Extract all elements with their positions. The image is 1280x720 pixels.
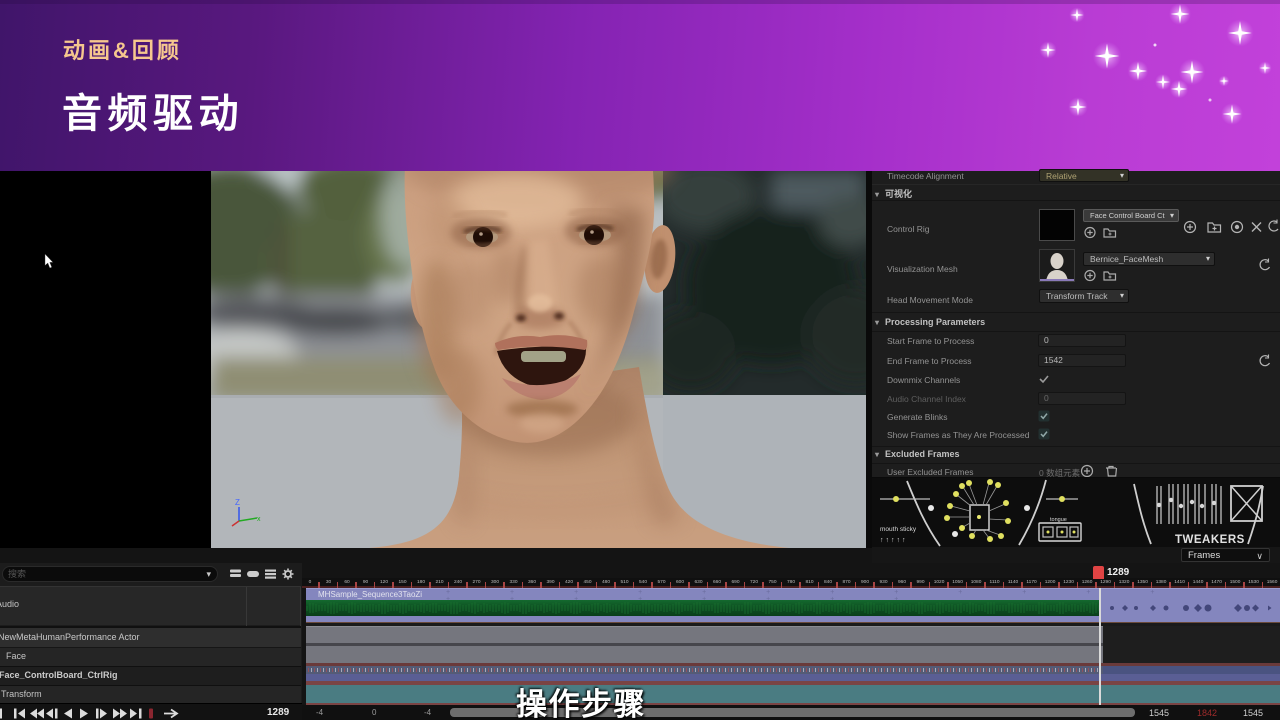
svg-text:mouth sticky: mouth sticky <box>880 526 917 533</box>
svg-text:x: x <box>257 516 261 523</box>
svg-text:Z: Z <box>235 498 240 507</box>
svg-text:tongue: tongue <box>1050 517 1067 523</box>
svg-text:↑↑↑↑↑: ↑↑↑↑↑ <box>880 537 908 544</box>
svg-text:TWEAKERS: TWEAKERS <box>1175 534 1245 546</box>
